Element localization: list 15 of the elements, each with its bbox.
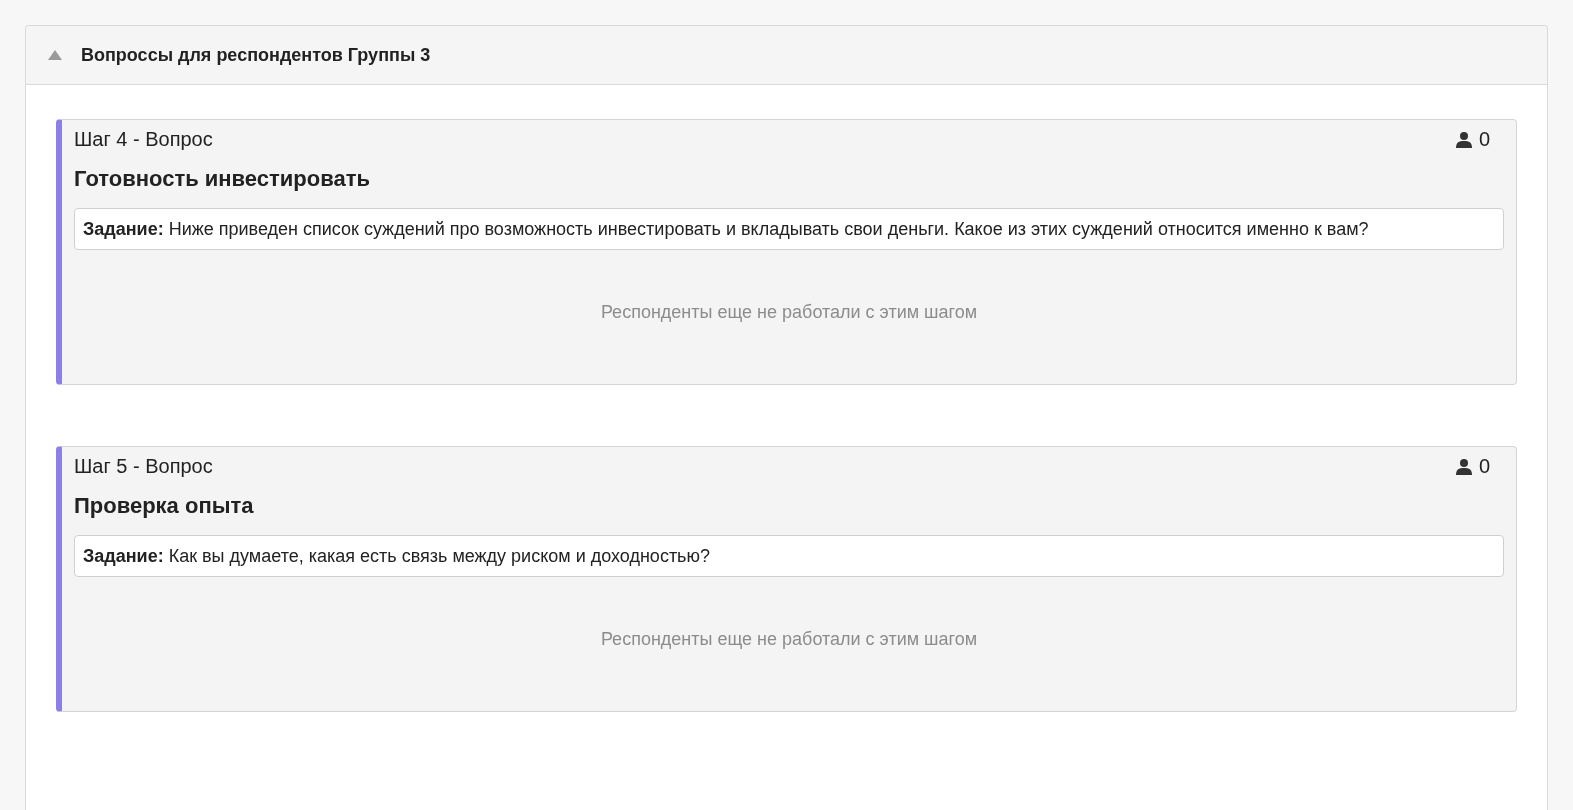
panel-header[interactable]: Вопроссы для респондентов Группы 3 xyxy=(26,26,1547,85)
respondent-count: 0 xyxy=(1478,455,1490,478)
empty-message: Респонденты еще не работали с этим шагом xyxy=(600,301,978,323)
step-title: Готовность инвестировать xyxy=(74,166,371,192)
step-label: Шаг 5 - Вопрос xyxy=(74,455,213,478)
user-icon xyxy=(1454,457,1473,476)
panel-title: Вопроссы для респондентов Группы 3 xyxy=(81,44,431,66)
task-text: Задание: Ниже приведен список суждений про возможность инвестировать и вкладывать свои деньги. Какое из этих суждений относится именно к вам? xyxy=(74,208,1504,250)
task-text: Задание: Как вы думаете, какая есть связь между риском и доходностью? xyxy=(74,535,1504,577)
respondent-count: 0 xyxy=(1478,128,1490,151)
empty-message: Респонденты еще не работали с этим шагом xyxy=(600,628,978,650)
step-title: Проверка опыта xyxy=(74,493,255,519)
step-label: Шаг 4 - Вопрос xyxy=(74,128,213,151)
triangle-icon[interactable] xyxy=(47,49,63,61)
user-icon xyxy=(1454,130,1473,149)
